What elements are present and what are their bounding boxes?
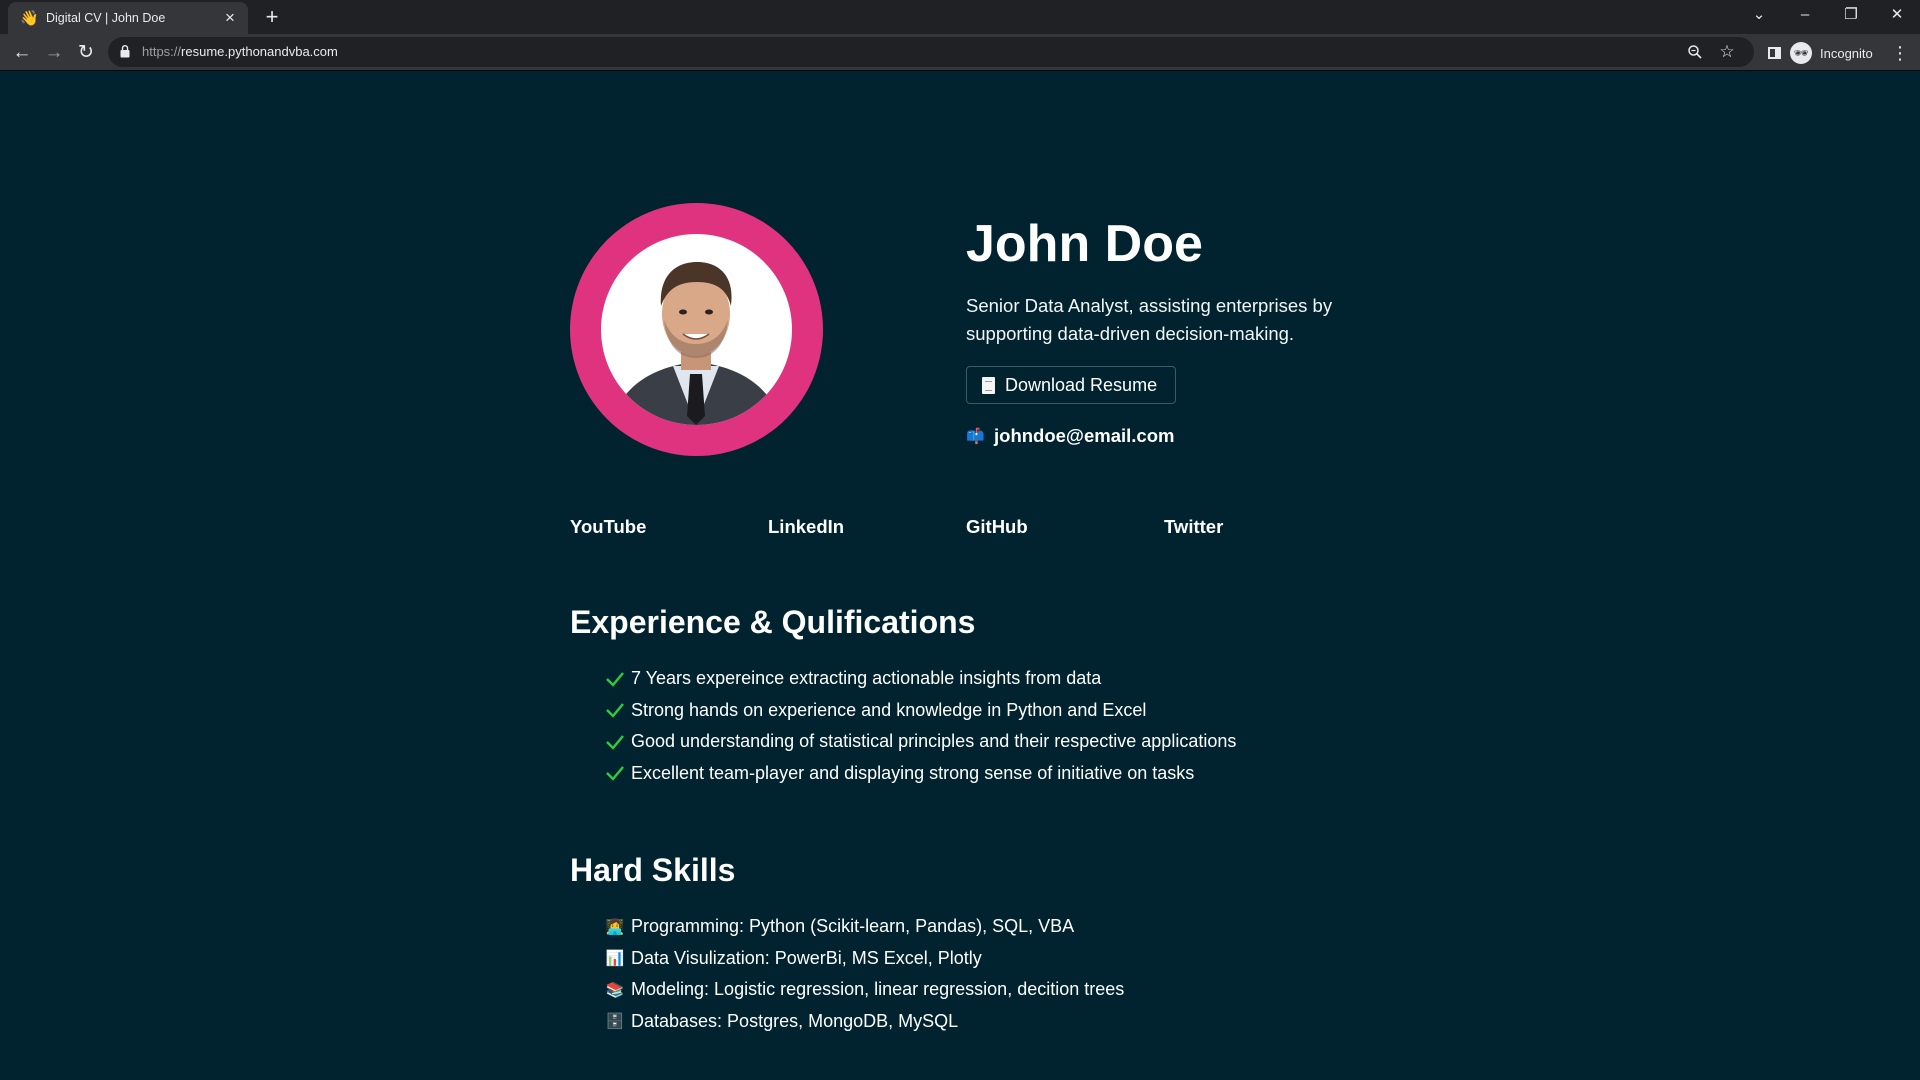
skill-item-text: Databases: Postgres, MongoDB, MySQL (631, 1010, 959, 1031)
technologist-icon: 👩‍💻 (605, 918, 625, 936)
social-link-youtube[interactable]: YouTube (570, 516, 646, 538)
checkmark-icon (606, 766, 624, 782)
download-resume-button[interactable]: Download Resume (966, 366, 1176, 404)
tab-search-chevron-icon[interactable]: ⌄ (1736, 0, 1782, 30)
skills-list: 👩‍💻 Programming: Python (Scikit-learn, P… (604, 911, 1125, 1038)
browser-tab-strip: 👋 Digital CV | John Doe × + ⌄ – ❐ ✕ (0, 0, 1920, 34)
document-icon (982, 376, 995, 394)
reload-icon[interactable]: ↻ (72, 39, 100, 67)
restore-window-button[interactable]: ❐ (1828, 0, 1874, 30)
url-text: https://resume.pythonandvba.com (142, 44, 338, 59)
experience-item-text: Excellent team-player and displaying str… (631, 762, 1195, 783)
zoom-icon[interactable] (1683, 40, 1707, 64)
experience-item-text: Strong hands on experience and knowledge… (631, 699, 1147, 720)
file-cabinet-icon: 🗄️ (605, 1013, 625, 1031)
list-item: Excellent team-player and displaying str… (604, 758, 1236, 790)
profile-photo (601, 234, 792, 425)
browser-tab[interactable]: 👋 Digital CV | John Doe × (8, 2, 248, 34)
experience-item-text: Good understanding of statistical princi… (631, 731, 1237, 752)
skill-item-text: Modeling: Logistic regression, linear re… (631, 979, 1125, 1000)
checkmark-icon (606, 671, 624, 687)
avatar (570, 203, 823, 456)
profile-tagline: Senior Data Analyst, assisting enterpris… (966, 295, 1333, 344)
list-item: 👩‍💻 Programming: Python (Scikit-learn, P… (604, 911, 1124, 943)
checkmark-icon (606, 703, 624, 719)
download-resume-label: Download Resume (1005, 374, 1158, 395)
experience-item-text: 7 Years expereince extracting actionable… (631, 668, 1102, 689)
minimize-window-button[interactable]: – (1782, 0, 1828, 30)
side-panel-icon[interactable] (1760, 39, 1788, 67)
back-arrow-icon[interactable]: ← (8, 39, 36, 67)
social-link-github[interactable]: GitHub (966, 516, 1028, 538)
checkmark-icon (606, 734, 624, 750)
experience-heading: Experience & Qulifications (570, 604, 976, 640)
hard-skills-heading: Hard Skills (570, 852, 736, 888)
page-title: John Doe (966, 215, 1203, 273)
mailbox-icon: 📫 (966, 428, 985, 445)
social-link-twitter[interactable]: Twitter (1164, 516, 1223, 538)
email-link[interactable]: 📫 johndoe@email.com (966, 425, 1174, 447)
email-text: johndoe@email.com (994, 425, 1175, 446)
list-item: Strong hands on experience and knowledge… (604, 695, 1236, 727)
close-tab-icon[interactable]: × (222, 8, 238, 28)
list-item: 📚 Modeling: Logistic regression, linear … (604, 974, 1125, 1006)
incognito-icon: 🕶 (1790, 42, 1812, 64)
forward-arrow-icon[interactable]: → (40, 39, 68, 67)
bar-chart-icon: 📊 (605, 950, 625, 968)
bookmark-star-icon[interactable]: ☆ (1715, 40, 1739, 64)
skill-item-text: Programming: Python (Scikit-learn, Panda… (631, 916, 1075, 937)
experience-list: 7 Years expereince extracting actionable… (604, 663, 1236, 789)
books-icon: 📚 (605, 981, 625, 999)
list-item: Good understanding of statistical princi… (604, 726, 1236, 758)
lock-icon (120, 45, 130, 58)
browser-menu-icon[interactable]: ⋮ (1886, 39, 1914, 67)
social-link-linkedin[interactable]: LinkedIn (768, 516, 844, 538)
skill-item-text: Data Visulization: PowerBi, MS Excel, Pl… (631, 947, 982, 968)
browser-toolbar: ← → ↻ https://resume.pythonandvba.com ☆ … (0, 34, 1920, 71)
tab-title: Digital CV | John Doe (46, 11, 166, 25)
incognito-profile-button[interactable]: 🕶 Incognito (1788, 39, 1886, 67)
new-tab-button[interactable]: + (259, 4, 285, 30)
address-bar[interactable]: https://resume.pythonandvba.com ☆ (108, 37, 1754, 67)
incognito-label: Incognito (1820, 45, 1873, 61)
list-item: 📊 Data Visulization: PowerBi, MS Excel, … (604, 943, 1124, 975)
list-item: 🗄️ Databases: Postgres, MongoDB, MySQL (604, 1006, 1124, 1038)
waving-hand-icon: 👋 (20, 9, 39, 27)
list-item: 7 Years expereince extracting actionable… (604, 663, 1236, 695)
close-window-button[interactable]: ✕ (1874, 0, 1920, 30)
